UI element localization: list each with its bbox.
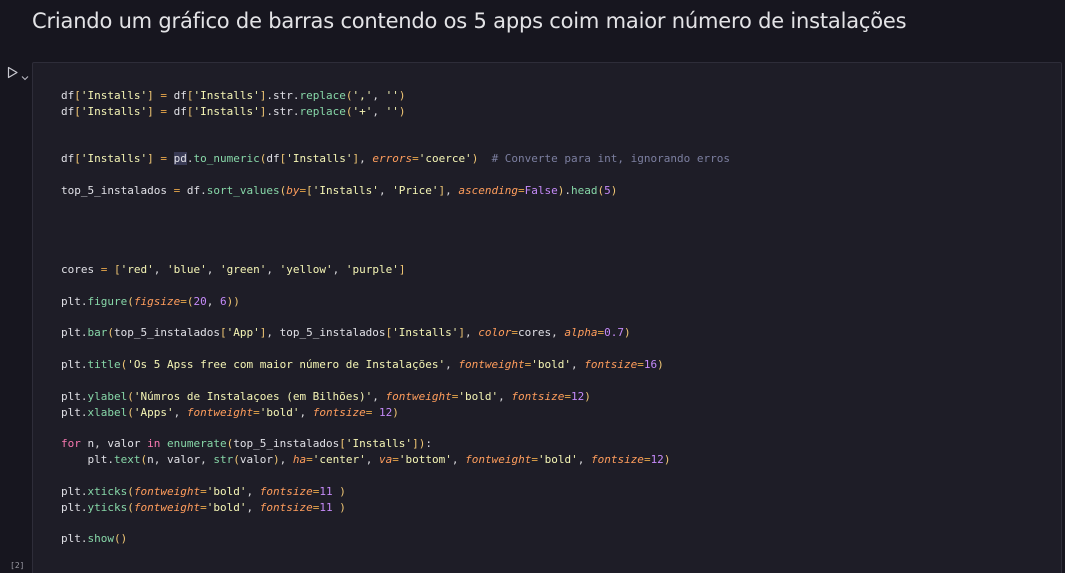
code-line: plt.xlabel('Apps', fontweight='bold', fo…	[61, 406, 399, 419]
code-line: plt.bar(top_5_instalados['App'], top_5_i…	[61, 326, 631, 339]
execution-count: [2]	[10, 561, 25, 570]
code-line: plt.yticks(fontweight='bold', fontsize=1…	[61, 501, 346, 514]
code-line: plt.text(n, valor, str(valor), ha='cente…	[87, 453, 671, 466]
code-line: plt.figure(figsize=(20, 6))	[61, 295, 240, 308]
chevron-down-icon	[21, 76, 29, 81]
run-cell-button[interactable]	[6, 66, 19, 79]
play-icon	[7, 66, 18, 79]
code-cell-editor[interactable]: df['Installs'] = df['Installs'].str.repl…	[32, 62, 1062, 573]
code-line: plt.title('Os 5 Apss free com maior núme…	[61, 358, 664, 371]
code-line: plt.xticks(fontweight='bold', fontsize=1…	[61, 485, 346, 498]
code-line: cores = ['red', 'blue', 'green', 'yellow…	[61, 263, 406, 276]
code-line: df['Installs'] = df['Installs'].str.repl…	[61, 105, 406, 118]
code-line: df['Installs'] = pd.to_numeric(df['Insta…	[61, 152, 730, 165]
code-line: for n, valor in enumerate(top_5_instalad…	[61, 437, 432, 450]
markdown-heading: Criando um gráfico de barras contendo os…	[32, 9, 907, 33]
code-line: plt.ylabel('Númros de Instalaçoes (em Bi…	[61, 390, 591, 403]
code-line: df['Installs'] = df['Installs'].str.repl…	[61, 89, 406, 102]
code-line: plt.show()	[61, 532, 128, 545]
collapse-toggle[interactable]	[21, 67, 29, 81]
code-line: top_5_instalados = df.sort_values(by=['I…	[61, 184, 618, 197]
